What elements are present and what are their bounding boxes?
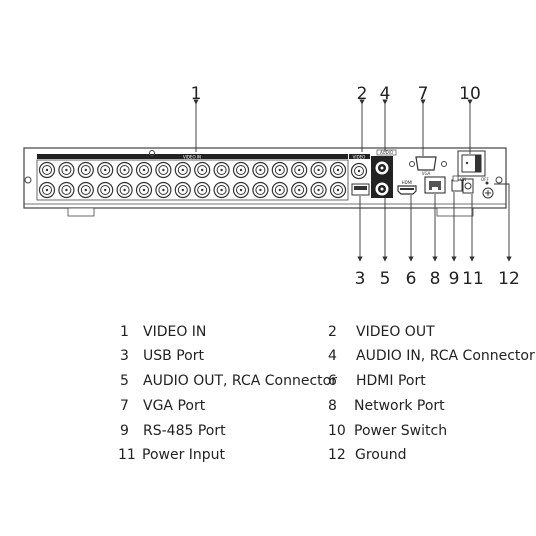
legend-label: AUDIO IN, RCA Connector bbox=[356, 348, 535, 364]
legend-num: 11 bbox=[118, 447, 136, 463]
legend-label: VIDEO OUT bbox=[356, 324, 435, 340]
legend-label: Power Input bbox=[142, 447, 226, 463]
legend-num: 8 bbox=[328, 398, 337, 414]
legend-label: VGA Port bbox=[143, 398, 206, 414]
legend-label: USB Port bbox=[143, 348, 204, 364]
legend-num: 1 bbox=[120, 324, 129, 340]
legend-num: 3 bbox=[120, 348, 129, 364]
legend: 1 VIDEO IN 2 VIDEO OUT 3 USB Port 4 AUDI… bbox=[0, 0, 536, 536]
legend-label: VIDEO IN bbox=[143, 324, 207, 340]
legend-num: 12 bbox=[328, 447, 346, 463]
legend-num: 6 bbox=[328, 373, 337, 389]
legend-label: Network Port bbox=[354, 398, 445, 414]
legend-num: 7 bbox=[120, 398, 129, 414]
legend-label: Ground bbox=[355, 447, 407, 463]
legend-num: 4 bbox=[328, 348, 337, 364]
legend-num: 5 bbox=[120, 373, 129, 389]
legend-label: AUDIO OUT, RCA Connector bbox=[143, 373, 337, 389]
legend-num: 2 bbox=[328, 324, 337, 340]
legend-num: 10 bbox=[328, 423, 346, 439]
legend-label: Power Switch bbox=[354, 423, 448, 439]
legend-num: 9 bbox=[120, 423, 129, 439]
legend-label: RS-485 Port bbox=[143, 423, 226, 439]
legend-label: HDMI Port bbox=[356, 373, 426, 389]
